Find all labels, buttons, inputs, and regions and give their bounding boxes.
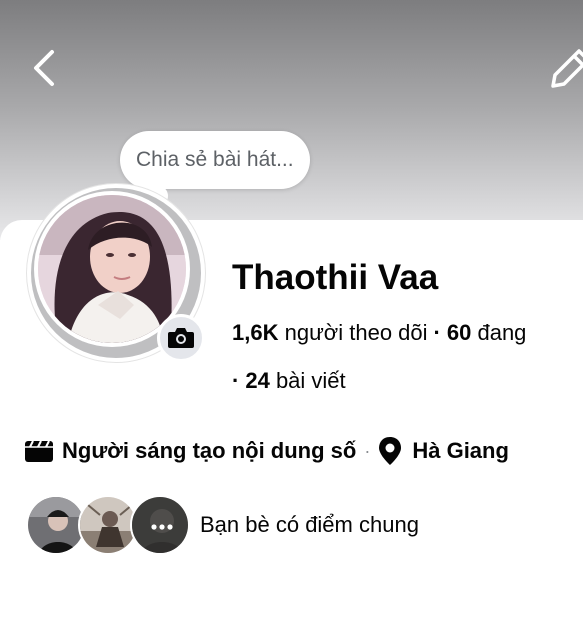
note-bubble[interactable]: Chia sẻ bài hát... bbox=[120, 131, 310, 189]
followers-label: người theo dõi bbox=[284, 320, 428, 345]
mutual-friend-avatar[interactable] bbox=[26, 495, 86, 555]
profile-stats: 1,6K người theo dõi · 60 đang bbox=[232, 320, 527, 345]
note-placeholder: Chia sẻ bài hát... bbox=[136, 148, 294, 171]
change-avatar-button[interactable] bbox=[157, 314, 205, 362]
more-dots-icon bbox=[151, 524, 173, 530]
mutual-friend-avatar[interactable] bbox=[78, 495, 138, 555]
profile-meta: Người sáng tạo nội dung số · Hà Giang bbox=[24, 436, 509, 466]
followers-link[interactable]: 1,6K người theo dõi bbox=[232, 320, 428, 345]
posts-stat: · 24 bài viết bbox=[232, 368, 346, 393]
category-text[interactable]: Người sáng tạo nội dung số bbox=[62, 438, 356, 464]
profile-name: Thaothii Vaa bbox=[232, 258, 439, 297]
posts-count: 24 bbox=[245, 368, 270, 393]
clapperboard-icon bbox=[25, 440, 53, 462]
back-button[interactable] bbox=[26, 46, 70, 90]
location-pin-icon bbox=[379, 437, 402, 465]
following-label: đang bbox=[477, 320, 527, 345]
pencil-icon bbox=[551, 49, 583, 88]
location-text[interactable]: Hà Giang bbox=[412, 438, 509, 464]
more-mutual-friends[interactable] bbox=[130, 495, 190, 555]
edit-cover-button[interactable] bbox=[545, 42, 583, 92]
following-count: 60 bbox=[446, 320, 472, 345]
mutual-friends-label[interactable]: Bạn bè có điểm chung bbox=[200, 512, 419, 538]
chevron-left-icon bbox=[34, 50, 54, 86]
followers-count: 1,6K bbox=[232, 320, 279, 345]
mutual-friends-row[interactable]: Bạn bè có điểm chung bbox=[26, 494, 419, 556]
posts-label: bài viết bbox=[275, 368, 346, 393]
following-link[interactable]: 60 đang bbox=[447, 320, 527, 345]
camera-icon bbox=[168, 328, 194, 348]
